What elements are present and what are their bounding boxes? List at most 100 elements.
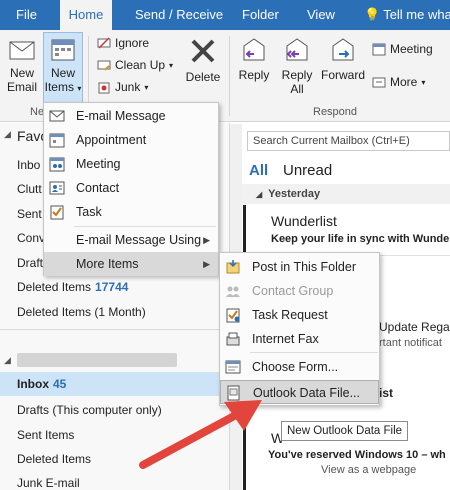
group-label-new: Ne xyxy=(30,106,45,118)
new-items-label-1: New xyxy=(50,66,75,80)
view-as-webpage-link[interactable]: View as a webpage xyxy=(321,464,416,476)
menu-item-appointment[interactable]: Appointment xyxy=(44,128,218,152)
more-items-submenu: Post in This Folder Contact Group Task R… xyxy=(219,252,380,406)
filter-all[interactable]: All xyxy=(249,162,268,179)
more-icon xyxy=(372,77,386,88)
fax-icon xyxy=(226,332,240,346)
menu-label: E-mail Message xyxy=(76,109,166,123)
tab-folder[interactable]: Folder xyxy=(234,0,287,30)
delete-x-icon xyxy=(191,39,215,63)
nav-item-deleted-fav[interactable]: Deleted Items 17744 xyxy=(17,280,128,294)
contact-icon xyxy=(49,181,65,195)
collapse-arrow-icon: ◢ xyxy=(256,190,263,199)
chevron-right-icon: ▶ xyxy=(203,259,210,269)
form-icon xyxy=(225,360,241,374)
nav-item-sent-fav[interactable]: Sent xyxy=(17,207,42,221)
tell-me-label: Tell me what xyxy=(383,7,450,22)
menu-item-more-items[interactable]: More Items ▶ xyxy=(44,252,218,276)
unread-count: 45 xyxy=(53,377,67,391)
chevron-down-icon: ▾ xyxy=(169,60,174,70)
forward-label: Forward xyxy=(320,68,365,82)
menu-label: More Items xyxy=(76,257,139,271)
menu-label: Internet Fax xyxy=(252,332,319,346)
new-email-button[interactable]: New Email xyxy=(3,36,41,94)
tell-me-box[interactable]: 💡 Tell me what xyxy=(356,0,450,30)
reply-all-button[interactable]: Reply All xyxy=(277,36,317,96)
nav-label: Inbox xyxy=(17,377,49,391)
collapse-arrow-icon[interactable]: ◢ xyxy=(4,355,11,366)
menu-label: E-mail Message Using xyxy=(76,233,202,247)
new-items-label-2: Items xyxy=(44,80,74,94)
more-respond-button[interactable]: More ▾ xyxy=(372,75,425,89)
new-email-icon xyxy=(9,41,35,60)
clean-up-label: Clean Up xyxy=(115,58,166,72)
menu-label: Contact Group xyxy=(252,284,334,298)
chevron-down-icon: ▾ xyxy=(77,84,82,93)
menu-item-task[interactable]: Task xyxy=(44,200,218,224)
task-icon xyxy=(50,205,64,220)
reply-all-icon xyxy=(286,38,308,61)
tab-send-receive[interactable]: Send / Receive xyxy=(127,0,231,30)
filter-unread[interactable]: Unread xyxy=(283,162,332,179)
menu-separator xyxy=(74,226,216,227)
menu-label: Meeting xyxy=(76,157,121,171)
tab-home[interactable]: Home xyxy=(60,0,112,30)
collapse-arrow-icon[interactable]: ◢ xyxy=(4,129,11,140)
menu-item-outlook-data-file[interactable]: Outlook Data File... xyxy=(220,380,379,404)
meeting-reply-button[interactable]: Meeting xyxy=(372,42,433,56)
nav-item-inbox-fav[interactable]: Inbo xyxy=(17,158,40,172)
chevron-down-icon: ▾ xyxy=(144,82,149,92)
menu-item-task-request[interactable]: Task Request xyxy=(220,303,379,327)
post-icon xyxy=(226,260,240,274)
delete-button[interactable]: Delete xyxy=(183,36,223,84)
menu-item-meeting[interactable]: Meeting xyxy=(44,152,218,176)
new-email-label-2: Email xyxy=(6,80,37,94)
clean-up-button[interactable]: Clean Up ▾ xyxy=(97,58,173,72)
menu-item-post-in-folder[interactable]: Post in This Folder xyxy=(220,255,379,279)
nav-item-drafts[interactable]: Drafts (This computer only) xyxy=(17,403,162,417)
menu-separator xyxy=(250,352,378,353)
message-subject: Update Rega xyxy=(379,320,450,334)
reply-all-label-1: Reply xyxy=(281,68,313,82)
lightbulb-icon: 💡 xyxy=(364,7,381,22)
ignore-icon xyxy=(97,37,111,49)
nav-item-inbox[interactable]: Inbox 45 xyxy=(17,377,66,391)
ribbon-separator xyxy=(229,36,230,116)
menu-item-contact[interactable]: Contact xyxy=(44,176,218,200)
junk-button[interactable]: Junk ▾ xyxy=(97,80,148,94)
reply-button[interactable]: Reply xyxy=(234,36,274,82)
nav-item-drafts-fav[interactable]: Draft xyxy=(17,256,43,270)
menu-item-email-message[interactable]: E-mail Message xyxy=(44,104,218,128)
menu-label: Contact xyxy=(76,181,120,195)
tab-view[interactable]: View xyxy=(299,0,343,30)
nav-divider xyxy=(0,329,229,330)
group-header-yesterday[interactable]: ◢ Yesterday xyxy=(242,184,450,204)
nav-item-junk[interactable]: Junk E-mail xyxy=(17,476,80,490)
data-file-icon xyxy=(227,385,240,401)
forward-icon xyxy=(332,38,354,61)
tab-file[interactable]: File xyxy=(8,0,45,30)
message-subject: Keep your life in sync with Wunde xyxy=(271,233,450,245)
reply-icon xyxy=(243,38,265,61)
delete-label: Delete xyxy=(185,70,221,84)
forward-button[interactable]: Forward xyxy=(319,36,367,82)
nav-item-deleted[interactable]: Deleted Items xyxy=(17,452,91,466)
new-items-button[interactable]: New Items ▾ xyxy=(43,32,83,104)
reply-label: Reply xyxy=(238,68,270,82)
nav-item-sent[interactable]: Sent Items xyxy=(17,428,74,442)
nav-item-conversation[interactable]: Conv xyxy=(17,231,45,245)
nav-item-deleted-month[interactable]: Deleted Items (1 Month) xyxy=(17,305,146,319)
tooltip: New Outlook Data File xyxy=(281,421,409,441)
menu-label: Post in This Folder xyxy=(252,260,356,274)
menu-item-email-using[interactable]: E-mail Message Using ▶ xyxy=(44,228,218,252)
contact-group-icon xyxy=(226,286,240,297)
message-item[interactable]: Wunderlist Keep your life in sync with W… xyxy=(243,205,450,255)
menu-item-contact-group[interactable]: Contact Group xyxy=(220,279,379,303)
menu-item-internet-fax[interactable]: Internet Fax xyxy=(220,327,379,351)
ignore-button[interactable]: Ignore xyxy=(97,36,149,50)
menu-item-choose-form[interactable]: Choose Form... xyxy=(220,355,379,379)
nav-item-clutter[interactable]: Clutt xyxy=(17,182,42,196)
search-input[interactable]: Search Current Mailbox (Ctrl+E) xyxy=(247,131,450,151)
message-subject: ist xyxy=(379,386,394,400)
message-subject: You've reserved Windows 10 – wh xyxy=(268,449,446,461)
